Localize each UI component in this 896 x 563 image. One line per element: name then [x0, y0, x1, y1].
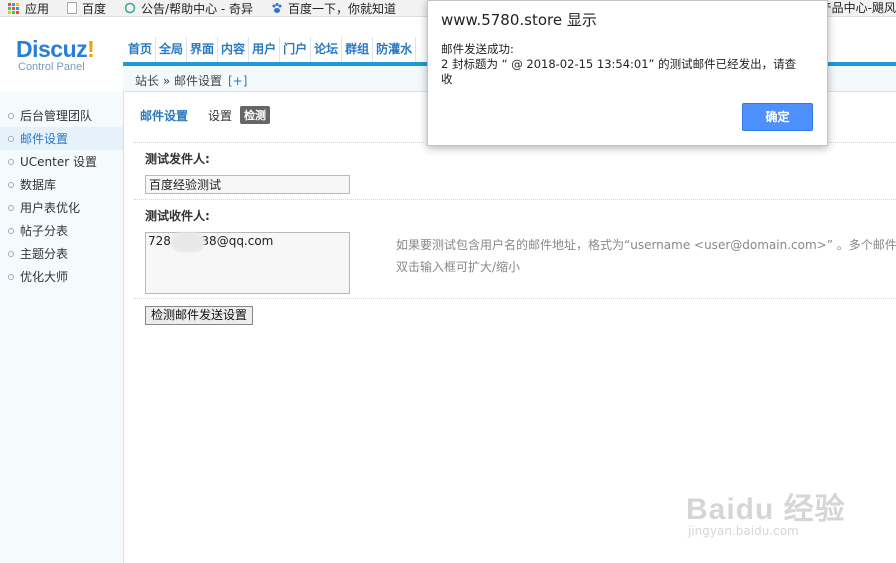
sidebar: 后台管理团队 邮件设置 UCenter 设置 数据库 用户表优化 帖子分表 主题…: [0, 92, 124, 563]
topnav-forum[interactable]: 论坛: [311, 37, 343, 62]
top-nav: 首页 全局 界面 内容 用户 门户 论坛 群组 防灌水: [125, 37, 417, 62]
sidebar-item-user-table[interactable]: 用户表优化: [0, 196, 123, 219]
discuz-logo[interactable]: Discuz! Control Panel: [16, 36, 95, 73]
bookmark-site-icon: [124, 2, 136, 14]
page-icon: [67, 2, 78, 14]
topnav-home[interactable]: 首页: [125, 37, 157, 62]
bullet-icon: [8, 135, 14, 142]
sidebar-item-mail-settings[interactable]: 邮件设置: [0, 127, 123, 150]
topnav-interface[interactable]: 界面: [187, 37, 219, 62]
sidebar-item-post-split[interactable]: 帖子分表: [0, 219, 123, 242]
logo-main: Discuz!: [16, 36, 95, 62]
bookmark-apps-label: 应用: [25, 1, 50, 16]
sidebar-item-ucenter[interactable]: UCenter 设置: [0, 150, 123, 173]
bookmark-apps[interactable]: 应用: [0, 0, 49, 17]
baidu-paw-icon: [272, 3, 282, 13]
bullet-icon: [8, 204, 14, 211]
test-mail-button[interactable]: 检测邮件发送设置: [145, 306, 254, 325]
watermark-main: Baidu 经验: [686, 493, 846, 526]
bookmark-product-center[interactable]: 产品中心-飓风: [820, 0, 896, 17]
sender-input[interactable]: [145, 175, 350, 194]
topnav-users[interactable]: 用户: [249, 37, 281, 62]
topnav-groups[interactable]: 群组: [342, 37, 374, 62]
bookmark-baidu-label: 百度: [82, 1, 107, 16]
topnav-portal[interactable]: 门户: [280, 37, 312, 62]
bullet-icon: [8, 181, 14, 188]
bookmark-notice-label: 公告/帮助中心 - 奇异: [141, 1, 254, 16]
bullet-icon: [8, 227, 14, 234]
sidebar-item-database[interactable]: 数据库: [0, 173, 123, 196]
hint-line-2: 双击输入框可扩大/缩小: [396, 260, 521, 274]
dialog-line-1: 邮件发送成功:: [441, 42, 514, 56]
add-shortcut-link[interactable]: [+]: [228, 74, 247, 88]
bookmark-baidu[interactable]: 百度: [59, 0, 106, 17]
alert-dialog: www.5780.store 显示 邮件发送成功: 2 封标题为 “ @ 201…: [427, 0, 828, 146]
bullet-icon: [8, 273, 14, 280]
bullet-icon: [8, 112, 14, 119]
recipient-label: 测试收件人:: [145, 209, 210, 223]
redaction-blur: [171, 232, 205, 252]
dialog-title: www.5780.store 显示: [441, 11, 597, 29]
topnav-antispam[interactable]: 防灌水: [373, 37, 417, 62]
bullet-icon: [8, 250, 14, 257]
dialog-message: 邮件发送成功: 2 封标题为 “ @ 2018-02-15 13:54:01” …: [441, 42, 813, 87]
dialog-line-3: 收: [441, 72, 453, 86]
bookmark-baidu-search-label: 百度一下，你就知道: [288, 1, 397, 16]
topnav-global[interactable]: 全局: [156, 37, 188, 62]
logo-subtitle: Control Panel: [18, 61, 85, 73]
baidu-watermark: Baidu 经验 jingyan.baidu.com: [686, 484, 846, 538]
bookmark-baidu-search[interactable]: 百度一下，你就知道: [263, 0, 396, 17]
tab-settings[interactable]: 设置: [208, 107, 232, 124]
tab-mail-settings[interactable]: 邮件设置: [140, 107, 188, 124]
bullet-icon: [8, 158, 14, 165]
apps-grid-icon: [8, 2, 19, 14]
sidebar-item-optimizer[interactable]: 优化大师: [0, 265, 123, 288]
hint-line-1: 如果要测试包含用户名的邮件地址，格式为“username <user@domai…: [396, 238, 896, 252]
settings-tabs: 邮件设置 设置 检测: [140, 106, 271, 124]
recipient-hint: 如果要测试包含用户名的邮件地址，格式为“username <user@domai…: [396, 234, 896, 278]
divider: [134, 199, 896, 200]
dialog-line-2: 2 封标题为 “ @ 2018-02-15 13:54:01” 的测试邮件已经发…: [441, 57, 797, 71]
sidebar-item-thread-split[interactable]: 主题分表: [0, 242, 123, 265]
breadcrumb-text: 站长 » 邮件设置: [135, 74, 222, 88]
sidebar-item-admin-team[interactable]: 后台管理团队: [0, 104, 123, 127]
breadcrumb: 站长 » 邮件设置 [+]: [135, 72, 247, 89]
bookmark-notice[interactable]: 公告/帮助中心 - 奇异: [116, 0, 253, 17]
dialog-ok-button[interactable]: 确定: [742, 103, 813, 131]
divider: [134, 298, 896, 299]
sender-label: 测试发件人:: [145, 152, 210, 166]
tab-test[interactable]: 检测: [240, 106, 271, 124]
topnav-content[interactable]: 内容: [218, 37, 250, 62]
